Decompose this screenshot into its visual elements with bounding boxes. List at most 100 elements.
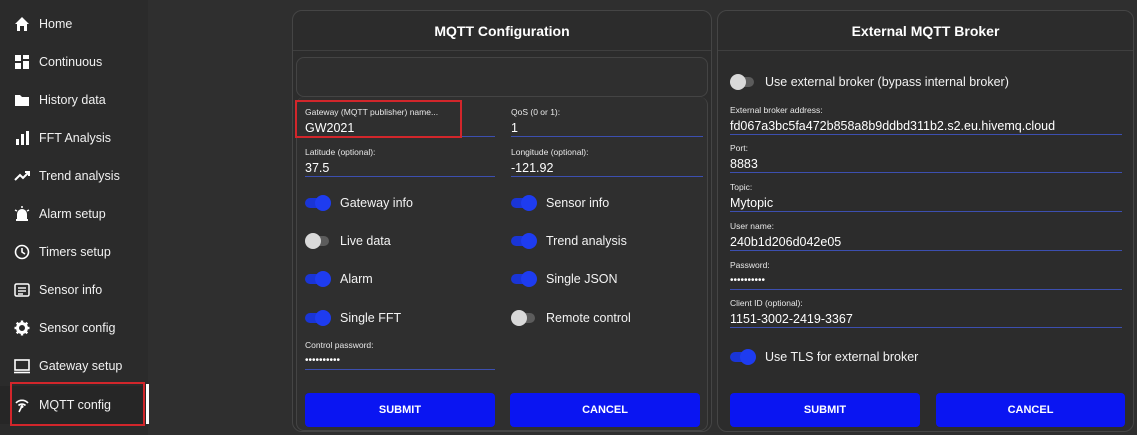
sidebar-item-sensor-info[interactable]: Sensor info (0, 271, 148, 309)
toggle-switch[interactable] (305, 233, 329, 249)
list-icon (14, 282, 30, 298)
toggle-label: Use external broker (bypass internal bro… (765, 75, 1009, 89)
longitude-field[interactable]: Longitude (optional): -121.92 (511, 147, 703, 177)
toggle-label: Use TLS for external broker (765, 350, 919, 364)
password-field[interactable]: Password: •••••••••• (730, 260, 1122, 290)
field-label: QoS (0 or 1): (511, 107, 561, 117)
gear-icon (14, 320, 30, 336)
field-label: Topic: (730, 182, 753, 192)
antenna-icon (14, 397, 30, 413)
field-label: Latitude (optional): (305, 147, 376, 157)
single-fft-toggle[interactable]: Single FFT (305, 306, 401, 330)
panel-title: MQTT Configuration (293, 11, 711, 51)
field-value: -121.92 (511, 161, 554, 175)
field-label: Client ID (optional): (730, 298, 803, 308)
monitor-icon (14, 358, 30, 374)
topic-field[interactable]: Topic: Mytopic (730, 182, 1122, 212)
panel-title: External MQTT Broker (718, 11, 1133, 51)
field-value: 1 (511, 121, 518, 135)
sensor-info-toggle[interactable]: Sensor info (511, 191, 609, 215)
sidebar-item-trend-analysis[interactable]: Trend analysis (0, 157, 148, 195)
mqtt-configuration-panel: MQTT Configuration Gateway (MQTT publish… (292, 10, 712, 432)
field-value: 1151-3002-2419-3367 (730, 312, 853, 326)
toggle-switch[interactable] (305, 195, 331, 211)
field-label: Password: (730, 260, 770, 270)
sidebar-item-label: Trend analysis (39, 169, 120, 183)
gateway-info-toggle[interactable]: Gateway info (305, 191, 413, 215)
sidebar-item-label: FFT Analysis (39, 131, 112, 145)
toggle-switch[interactable] (305, 310, 331, 326)
toggle-switch[interactable] (730, 349, 756, 365)
sidebar-item-sensor-config[interactable]: Sensor config (0, 309, 148, 347)
sidebar-item-fft-analysis[interactable]: FFT Analysis (0, 119, 148, 157)
toggle-switch[interactable] (511, 310, 535, 326)
field-label: Gateway (MQTT publisher) name... (305, 107, 439, 117)
field-underline (305, 176, 495, 177)
sidebar-item-timers-setup[interactable]: Timers setup (0, 233, 148, 271)
field-underline (730, 211, 1122, 212)
bar-chart-icon (14, 130, 30, 146)
sidebar: Home Continuous History data FFT Analysi… (0, 0, 149, 435)
field-value: 240b1d206d042e05 (730, 235, 842, 249)
sidebar-item-label: Gateway setup (39, 359, 123, 373)
toggle-switch[interactable] (730, 74, 754, 90)
toggle-label: Sensor info (546, 196, 610, 210)
sidebar-item-history-data[interactable]: History data (0, 81, 148, 119)
sidebar-item-label: Alarm setup (39, 207, 106, 221)
sidebar-item-mqtt-config[interactable]: MQTT config (0, 386, 148, 424)
client-id-field[interactable]: Client ID (optional): 1151-3002-2419-336… (730, 298, 1122, 328)
broker-cancel-button[interactable]: CANCEL (936, 393, 1125, 427)
live-data-toggle[interactable]: Live data (305, 229, 391, 253)
home-icon (14, 16, 30, 32)
sidebar-item-label: Home (39, 17, 73, 31)
remote-control-toggle[interactable]: Remote control (511, 306, 631, 330)
toggle-switch[interactable] (511, 233, 537, 249)
field-label: Control password: (305, 340, 374, 350)
sidebar-item-continuous[interactable]: Continuous (0, 43, 148, 81)
field-underline (305, 369, 495, 370)
alarm-toggle[interactable]: Alarm (305, 267, 373, 291)
control-password-field[interactable]: Control password: •••••••••• (305, 340, 495, 370)
gateway-name-field[interactable]: Gateway (MQTT publisher) name... GW2021 (305, 107, 495, 137)
field-underline (730, 289, 1122, 290)
folder-icon (14, 92, 30, 108)
toggle-label: Single JSON (546, 272, 618, 286)
sidebar-item-label: Timers setup (39, 245, 111, 259)
field-label: Longitude (optional): (511, 147, 589, 157)
use-tls-toggle[interactable]: Use TLS for external broker (730, 345, 918, 369)
port-field[interactable]: Port: 8883 (730, 143, 1122, 173)
qos-field[interactable]: QoS (0 or 1): 1 (511, 107, 703, 137)
sidebar-item-label: Sensor info (39, 283, 103, 297)
field-value: GW2021 (305, 121, 355, 135)
sidebar-item-label: History data (39, 93, 106, 107)
sidebar-item-gateway-setup[interactable]: Gateway setup (0, 347, 148, 385)
toggle-switch[interactable] (511, 195, 537, 211)
field-value: Mytopic (730, 196, 774, 210)
latitude-field[interactable]: Latitude (optional): 37.5 (305, 147, 495, 177)
field-value: 8883 (730, 157, 758, 171)
field-underline (511, 136, 703, 137)
toggle-switch[interactable] (305, 271, 331, 287)
clock-icon (14, 244, 30, 260)
username-field[interactable]: User name: 240b1d206d042e05 (730, 221, 1122, 251)
broker-submit-button[interactable]: SUBMIT (730, 393, 920, 427)
toggle-label: Gateway info (340, 196, 413, 210)
external-broker-panel: External MQTT Broker Use external broker… (717, 10, 1134, 432)
toggle-label: Alarm (340, 272, 373, 286)
trend-analysis-toggle[interactable]: Trend analysis (511, 229, 627, 253)
use-external-broker-toggle[interactable]: Use external broker (bypass internal bro… (730, 70, 1009, 94)
mqtt-submit-button[interactable]: SUBMIT (305, 393, 495, 427)
field-value: •••••••••• (305, 355, 341, 366)
sidebar-item-label: Sensor config (39, 321, 116, 335)
toggle-switch[interactable] (511, 271, 537, 287)
toggle-label: Trend analysis (546, 234, 627, 248)
panel-header-box (296, 57, 708, 97)
mqtt-cancel-button[interactable]: CANCEL (510, 393, 700, 427)
sidebar-item-alarm-setup[interactable]: Alarm setup (0, 195, 148, 233)
field-underline (305, 136, 495, 137)
single-json-toggle[interactable]: Single JSON (511, 267, 618, 291)
sidebar-item-home[interactable]: Home (0, 5, 148, 43)
broker-address-field[interactable]: External broker address: fd067a3bc5fa472… (730, 105, 1122, 135)
toggle-label: Single FFT (340, 311, 402, 325)
field-label: User name: (730, 221, 774, 231)
